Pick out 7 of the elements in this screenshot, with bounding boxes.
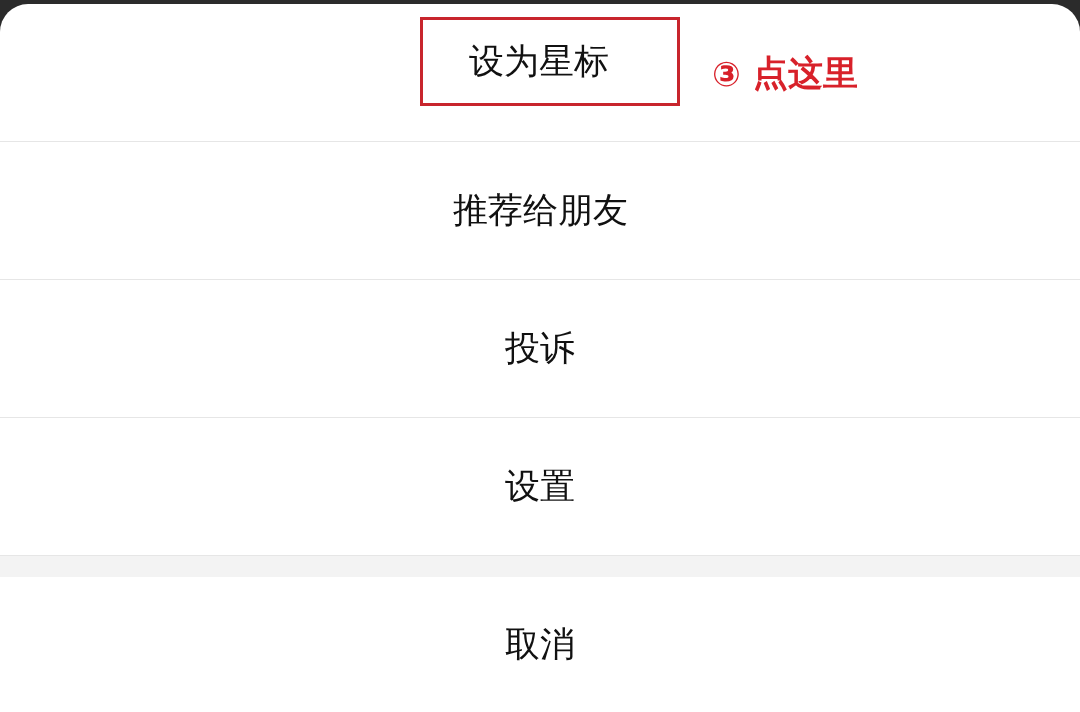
- menu-item[interactable]: 投诉: [462, 304, 618, 393]
- step-number: ③: [712, 53, 741, 94]
- menu-item[interactable]: 推荐给朋友: [409, 166, 671, 255]
- menu-item[interactable]: 设置: [462, 442, 618, 531]
- menu-item[interactable]: 设为星标: [420, 17, 680, 106]
- cancel-button[interactable]: 取消: [462, 599, 618, 689]
- callout-text: 点这里: [752, 52, 858, 95]
